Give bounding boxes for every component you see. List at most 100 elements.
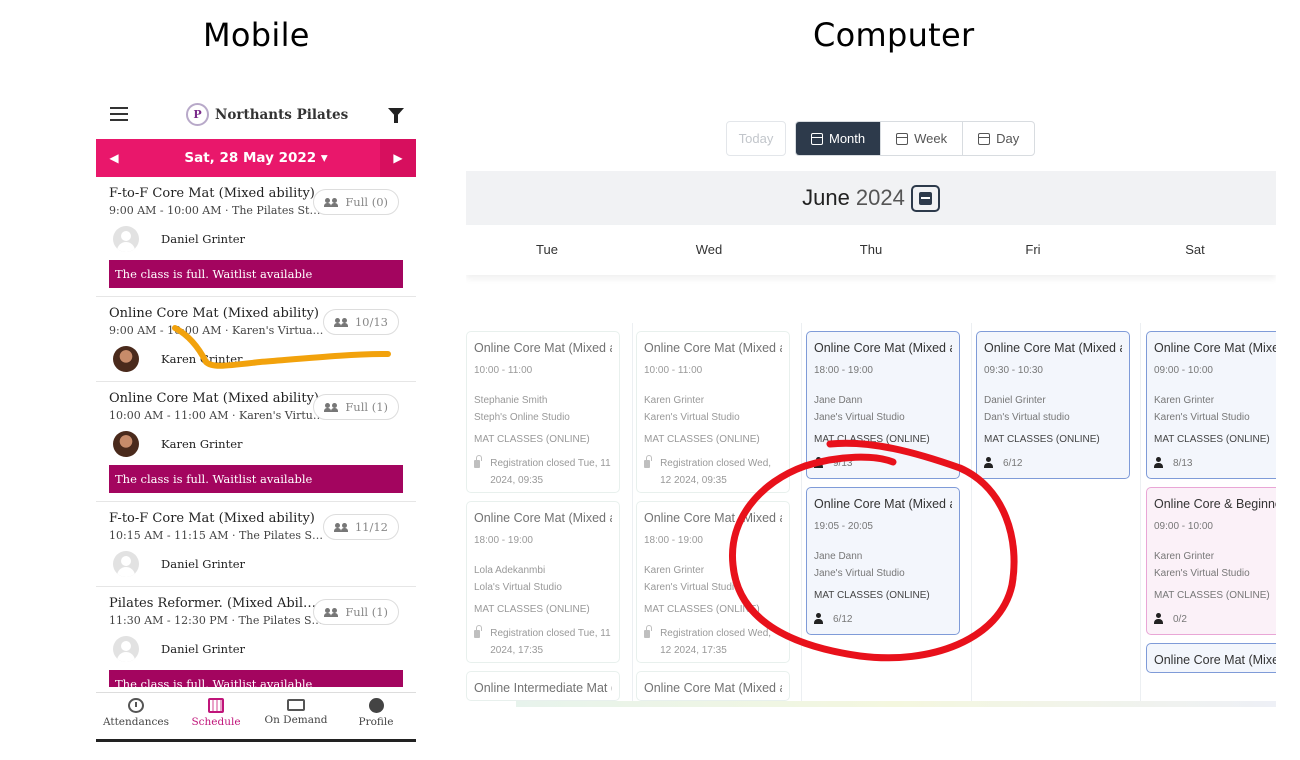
class-list-item[interactable]: F-to-F Core Mat (Mixed ability) 9:00 AM -… bbox=[96, 177, 416, 297]
instructor-row: Daniel Grinter bbox=[109, 635, 403, 663]
class-card[interactable]: Online Core Mat (Mixed ab 18:00 - 19:00 Ka… bbox=[636, 501, 790, 663]
studio-name: Steph's Online Studio bbox=[474, 412, 570, 423]
tab-profile[interactable]: Profile bbox=[336, 693, 416, 739]
footer-text: Registration closed Tue, 11 2024, 17:35 bbox=[490, 628, 611, 656]
class-card[interactable]: Online Core Mat (Mixed ab 10:00 - 11:00 St… bbox=[466, 331, 620, 493]
instructor-row: Karen Grinter bbox=[109, 345, 403, 373]
people-icon bbox=[333, 522, 349, 532]
tab-label: Schedule bbox=[191, 716, 241, 728]
filter-icon[interactable] bbox=[388, 108, 404, 123]
today-button[interactable]: Today bbox=[726, 121, 786, 156]
waitlist-banner[interactable]: The class is full. Waitlist available bbox=[109, 670, 403, 687]
class-card[interactable]: Online Core Mat (Mixed ab bbox=[636, 671, 790, 701]
capacity-pill[interactable]: Full (1) bbox=[313, 394, 399, 420]
footer-gradient bbox=[516, 701, 1276, 707]
tab-on-demand[interactable]: On Demand bbox=[256, 693, 336, 739]
view-month-button[interactable]: Month bbox=[796, 122, 882, 155]
class-list-item[interactable]: Pilates Reformer. (Mixed Ability) 11:30 A… bbox=[96, 587, 416, 687]
class-card-instructor: Daniel Grinter Dan's Virtual studio bbox=[984, 392, 1122, 426]
date-selector[interactable]: Sat, 28 May 2022 ▾ bbox=[96, 150, 416, 166]
class-card-instructor: Jane Dann Jane's Virtual Studio bbox=[814, 548, 952, 582]
bottom-nav: Attendances Schedule On Demand Profile bbox=[96, 692, 416, 742]
class-card[interactable]: Online Core & Beginne 09:00 - 10:00 Karen … bbox=[1146, 487, 1276, 635]
lock-icon bbox=[474, 455, 482, 468]
tab-schedule[interactable]: Schedule bbox=[176, 693, 256, 739]
view-day-button[interactable]: Day bbox=[963, 122, 1034, 155]
class-card-time: 18:00 - 19:00 bbox=[814, 365, 873, 376]
lock-icon bbox=[644, 455, 652, 468]
class-list-item[interactable]: Online Core Mat (Mixed ability) 10:00 AM … bbox=[96, 382, 416, 502]
person-icon bbox=[984, 457, 993, 468]
class-card-time: 10:00 - 11:00 bbox=[474, 365, 533, 376]
waitlist-banner[interactable]: The class is full. Waitlist available bbox=[109, 465, 403, 493]
footer-text: Registration closed Wed, 12 2024, 09:35 bbox=[660, 458, 772, 486]
desktop-calendar: Today Month Week Day June 2024 Tue Wed Thu Fr… bbox=[466, 103, 1276, 707]
capacity-pill[interactable]: Full (1) bbox=[313, 599, 399, 625]
class-list-item[interactable]: Online Core Mat (Mixed ability) 9:00 AM -… bbox=[96, 297, 416, 382]
class-category: MAT CLASSES (ONLINE) bbox=[814, 434, 930, 445]
capacity-pill[interactable]: 11/12 bbox=[322, 514, 399, 540]
computer-heading: Computer bbox=[813, 16, 975, 54]
class-card[interactable]: Online Core Mat (Mixed ab 18:00 - 19:00 Lo… bbox=[466, 501, 620, 663]
class-card-time: 09:00 - 10:00 bbox=[1154, 365, 1213, 376]
people-icon bbox=[324, 607, 339, 617]
class-card-instructor: Lola Adekanmbi Lola's Virtual Studio bbox=[474, 562, 612, 596]
class-card[interactable]: Online Core Mat (Mixe 09:00 - 10:00 Karen … bbox=[1146, 331, 1276, 479]
instructor-name: Jane Dann bbox=[814, 551, 863, 562]
instructor-row: Daniel Grinter bbox=[109, 225, 403, 253]
view-week-button[interactable]: Week bbox=[881, 122, 964, 155]
studio-name: Karen's Virtual Studio bbox=[644, 582, 740, 593]
instructor-name: Karen Grinter bbox=[161, 437, 243, 451]
avatar bbox=[113, 636, 139, 662]
class-card[interactable]: Online Core Mat (Mixed ab 18:00 - 19:00 Ja… bbox=[806, 331, 960, 479]
instructor-name: Stephanie Smith bbox=[474, 395, 548, 406]
capacity-pill[interactable]: 10/13 bbox=[322, 309, 399, 335]
calendar-toolbar: Today Month Week Day bbox=[466, 121, 1276, 157]
view-label: Week bbox=[914, 131, 948, 146]
tab-attendances[interactable]: Attendances bbox=[96, 693, 176, 739]
next-day-button[interactable]: ▶ bbox=[380, 139, 416, 177]
people-icon bbox=[333, 317, 349, 327]
class-card[interactable]: Online Intermediate Mat (E bbox=[466, 671, 620, 701]
capacity-pill[interactable]: Full (0) bbox=[313, 189, 399, 215]
menu-icon[interactable] bbox=[110, 107, 128, 125]
brand-name: Northants Pilates bbox=[215, 106, 349, 123]
column-divider bbox=[1140, 323, 1141, 703]
class-card[interactable]: Online Core Mat (Mixe10:00 - 11:00 bbox=[1146, 643, 1276, 673]
class-card[interactable]: Online Core Mat (Mixed ab 19:05 - 20:05 Ja… bbox=[806, 487, 960, 635]
class-card-time: 09:30 - 10:30 bbox=[984, 365, 1043, 376]
class-list-item[interactable]: F-to-F Core Mat (Mixed ability) 10:15 AM … bbox=[96, 502, 416, 587]
studio-name: Dan's Virtual studio bbox=[984, 412, 1070, 423]
class-card-instructor: Jane Dann Jane's Virtual Studio bbox=[814, 392, 952, 426]
calendar-grid: Online Core Mat (Mixed ab 10:00 - 11:00 St… bbox=[466, 323, 1276, 703]
class-card-title: Online Core Mat (Mixed ab bbox=[814, 497, 952, 511]
class-card-title: Online Core Mat (Mixe bbox=[1154, 341, 1276, 355]
date-bar: ◀ Sat, 28 May 2022 ▾ ▶ bbox=[96, 139, 416, 177]
class-card[interactable]: Online Core Mat (Mixed ab 10:00 - 11:00 Ka… bbox=[636, 331, 790, 493]
waitlist-banner[interactable]: The class is full. Waitlist available bbox=[109, 260, 403, 288]
class-card-footer: 0/2 bbox=[1154, 611, 1276, 628]
weekday-label: Sat bbox=[1185, 242, 1205, 257]
instructor-name: Daniel Grinter bbox=[161, 232, 245, 246]
video-icon bbox=[287, 699, 305, 711]
capacity-label: 10/13 bbox=[354, 315, 388, 329]
column-divider bbox=[801, 323, 802, 703]
class-card-time: 18:00 - 19:00 bbox=[644, 535, 703, 546]
pilates-logo-icon: P bbox=[186, 103, 209, 126]
class-card-title: Online Core Mat (Mixed ab bbox=[644, 341, 782, 355]
class-card-title: Online Intermediate Mat (E bbox=[474, 681, 612, 695]
calendar-icon bbox=[978, 132, 991, 145]
view-label: Day bbox=[996, 131, 1020, 146]
class-category: MAT CLASSES (ONLINE) bbox=[814, 590, 930, 601]
year-label: 2024 bbox=[855, 185, 905, 210]
tab-label: On Demand bbox=[264, 714, 328, 726]
footer-text: 9/13 bbox=[833, 458, 853, 469]
class-card-instructor: Karen Grinter Karen's Virtual Studio bbox=[1154, 548, 1276, 582]
calendar-picker-icon[interactable] bbox=[910, 184, 940, 212]
avatar bbox=[113, 431, 139, 457]
class-card-footer: 6/12 bbox=[814, 611, 952, 628]
class-card[interactable]: Online Core Mat (Mixed ab 09:30 - 10:30 Da… bbox=[976, 331, 1130, 479]
footer-text: 0/2 bbox=[1173, 614, 1187, 625]
class-card-title: Online Core Mat (Mixed ab bbox=[474, 341, 612, 355]
capacity-label: 11/12 bbox=[354, 520, 388, 534]
